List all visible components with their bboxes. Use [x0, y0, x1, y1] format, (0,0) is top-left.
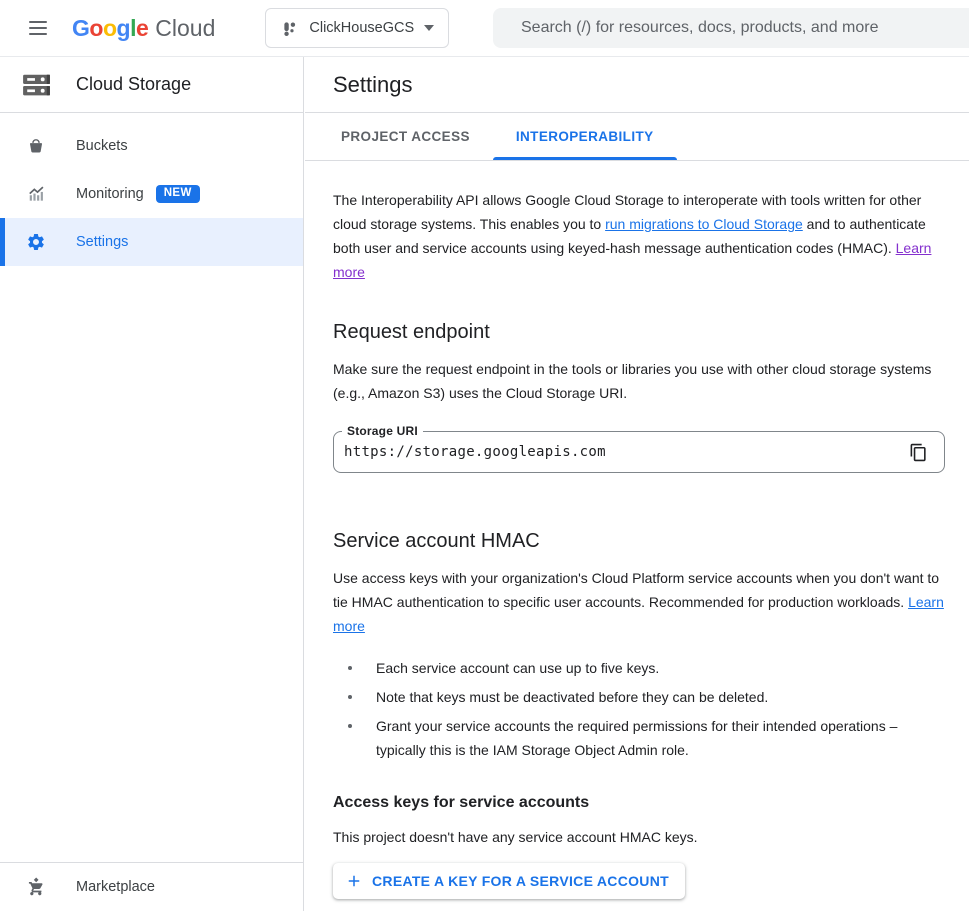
copy-icon [909, 443, 928, 462]
tab-bar: PROJECT ACCESS INTEROPERABILITY [305, 113, 969, 161]
hmac-paragraph: Use access keys with your organization's… [333, 566, 945, 638]
product-title: Cloud Storage [76, 74, 191, 95]
sidebar-item-settings[interactable]: Settings [0, 218, 303, 266]
cloud-storage-icon [20, 68, 53, 101]
sidebar: Cloud Storage Buckets [0, 57, 304, 911]
hamburger-icon [29, 21, 47, 23]
sidebar-item-buckets[interactable]: Buckets [0, 122, 303, 170]
hmac-text: Use access keys with your organization's… [333, 570, 939, 610]
sidebar-item-marketplace[interactable]: Marketplace [0, 863, 303, 911]
sidebar-item-label: Settings [76, 234, 128, 250]
intro-paragraph: The Interoperability API allows Google C… [333, 188, 945, 284]
request-endpoint-paragraph: Make sure the request endpoint in the to… [333, 357, 945, 405]
logo-letter: e [136, 15, 148, 42]
tab-project-access[interactable]: PROJECT ACCESS [318, 113, 493, 160]
page-title: Settings [333, 72, 413, 98]
gcp-console-page: Google Cloud ClickHouseGCS [0, 0, 969, 911]
logo-letter: G [72, 15, 89, 42]
sidebar-product-header: Cloud Storage [0, 57, 303, 113]
sidebar-nav: Buckets Monitoring NEW [0, 113, 303, 266]
google-cloud-logo: Google Cloud [72, 15, 215, 42]
logo-letter: g [117, 15, 131, 42]
chevron-down-icon [424, 25, 434, 31]
search-input[interactable] [493, 8, 969, 48]
service-account-hmac-heading: Service account HMAC [333, 529, 945, 553]
gear-icon [24, 232, 48, 252]
project-name: ClickHouseGCS [309, 20, 414, 36]
search-bar [493, 8, 969, 48]
hmac-bullet-list: Each service account can use up to five … [333, 656, 945, 762]
run-migrations-link[interactable]: run migrations to Cloud Storage [605, 216, 803, 232]
hamburger-menu-button[interactable] [14, 4, 62, 52]
sidebar-footer: Marketplace [0, 862, 303, 911]
logo-letter: o [103, 15, 117, 42]
main-content: Settings PROJECT ACCESS INTEROPERABILITY… [305, 57, 969, 911]
marketplace-cart-icon [24, 877, 48, 897]
list-item: Note that keys must be deactivated befor… [333, 685, 945, 709]
project-icon [280, 19, 299, 38]
plus-icon [345, 872, 363, 890]
sidebar-item-label: Buckets [76, 138, 128, 154]
create-key-button-label: CREATE A KEY FOR A SERVICE ACCOUNT [372, 873, 669, 889]
topbar: Google Cloud ClickHouseGCS [0, 0, 969, 57]
storage-uri-field: Storage URI https://storage.googleapis.c… [333, 431, 945, 473]
tab-interoperability[interactable]: INTEROPERABILITY [493, 113, 677, 160]
empty-state-text: This project doesn't have any service ac… [333, 827, 945, 847]
list-item: Each service account can use up to five … [333, 656, 945, 680]
monitoring-icon [24, 184, 48, 204]
access-keys-heading: Access keys for service accounts [333, 793, 945, 813]
tab-panel-interoperability: The Interoperability API allows Google C… [305, 161, 969, 899]
copy-button[interactable] [906, 440, 930, 464]
request-endpoint-heading: Request endpoint [333, 320, 945, 344]
sidebar-item-label: Marketplace [76, 879, 155, 895]
bucket-icon [24, 136, 48, 156]
new-badge: NEW [156, 185, 200, 204]
sidebar-item-label: Monitoring [76, 186, 144, 202]
storage-uri-value: https://storage.googleapis.com [344, 444, 906, 460]
create-key-button[interactable]: CREATE A KEY FOR A SERVICE ACCOUNT [333, 863, 685, 899]
project-selector[interactable]: ClickHouseGCS [265, 8, 449, 48]
logo-letter: o [89, 15, 103, 42]
list-item: Grant your service accounts the required… [333, 714, 945, 762]
logo-cloud-text: Cloud [155, 15, 215, 42]
storage-uri-label: Storage URI [342, 424, 423, 438]
sidebar-item-monitoring[interactable]: Monitoring NEW [0, 170, 303, 218]
page-header: Settings [305, 57, 969, 113]
